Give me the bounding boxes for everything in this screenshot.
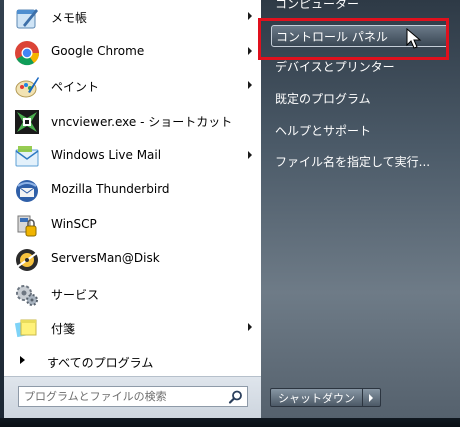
submenu-arrow-icon xyxy=(248,81,252,89)
all-programs-item[interactable]: すべてのプログラム xyxy=(4,346,261,376)
program-label: WinSCP xyxy=(51,217,97,231)
shutdown-button[interactable]: シャットダウン xyxy=(270,388,363,407)
program-label: vncviewer.exe - ショートカット xyxy=(51,115,233,129)
right-item-default-programs[interactable]: 既定のプログラム xyxy=(271,88,449,110)
program-item-services[interactable]: サービス xyxy=(8,279,260,311)
right-pane: コンピューター コントロール パネル デバイスとプリンター 既定のプログラム ヘ… xyxy=(261,0,460,418)
start-menu: メモ帳 Google Chrome ペイント vncviewer.exe - シ… xyxy=(0,0,460,427)
submenu-arrow-icon xyxy=(248,151,252,159)
mouse-cursor-icon xyxy=(406,28,422,49)
shutdown-options-button[interactable] xyxy=(363,388,381,407)
program-list-pane: メモ帳 Google Chrome ペイント vncviewer.exe - シ… xyxy=(4,0,261,373)
chevron-right-icon xyxy=(369,394,373,402)
paint-icon xyxy=(15,77,39,98)
program-item-notepad[interactable]: メモ帳 xyxy=(8,2,260,34)
expand-arrow-icon xyxy=(20,356,25,364)
winscp-icon xyxy=(17,215,37,237)
program-label: ペイント xyxy=(51,80,100,94)
right-item-computer[interactable]: コンピューター xyxy=(271,0,449,15)
program-label: Mozilla Thunderbird xyxy=(51,182,170,196)
program-label: メモ帳 xyxy=(51,11,88,25)
search-area xyxy=(4,376,261,419)
program-item-serversman-disk[interactable]: ServersMan@Disk xyxy=(8,244,260,276)
submenu-arrow-icon xyxy=(248,12,252,20)
program-label: Google Chrome xyxy=(51,44,145,58)
right-item-run[interactable]: ファイル名を指定して実行... xyxy=(271,151,449,173)
program-item-google-chrome[interactable]: Google Chrome xyxy=(8,37,260,69)
menu-frame-bottom xyxy=(0,418,460,427)
chrome-icon xyxy=(15,41,40,66)
sticky-notes-icon xyxy=(14,319,37,338)
thunderbird-icon xyxy=(16,180,38,202)
services-icon xyxy=(16,285,38,306)
program-item-windows-live-mail[interactable]: Windows Live Mail xyxy=(8,141,260,173)
program-item-winscp[interactable]: WinSCP xyxy=(8,210,260,242)
submenu-arrow-icon xyxy=(248,47,252,55)
all-programs-label: すべてのプログラム xyxy=(47,356,154,370)
live-mail-icon xyxy=(15,146,39,167)
shutdown-group: シャットダウン xyxy=(270,388,381,407)
search-box xyxy=(18,386,248,407)
program-label: Windows Live Mail xyxy=(51,148,162,162)
program-item-paint[interactable]: ペイント xyxy=(8,71,260,103)
program-label: サービス xyxy=(51,288,100,302)
search-icon[interactable] xyxy=(228,389,244,405)
notepad-icon xyxy=(16,9,38,29)
program-label: 付箋 xyxy=(51,322,76,336)
program-item-mozilla-thunderbird[interactable]: Mozilla Thunderbird xyxy=(8,175,260,207)
program-label: ServersMan@Disk xyxy=(51,251,160,265)
program-item-vncviewer[interactable]: vncviewer.exe - ショートカット xyxy=(8,106,260,138)
serversman-icon xyxy=(16,249,38,271)
submenu-arrow-icon xyxy=(248,323,252,331)
program-item-sticky-notes[interactable]: 付箋 xyxy=(8,313,260,345)
search-input[interactable] xyxy=(21,388,223,405)
right-item-help-support[interactable]: ヘルプとサポート xyxy=(271,120,449,142)
vnc-viewer-icon xyxy=(15,110,39,134)
